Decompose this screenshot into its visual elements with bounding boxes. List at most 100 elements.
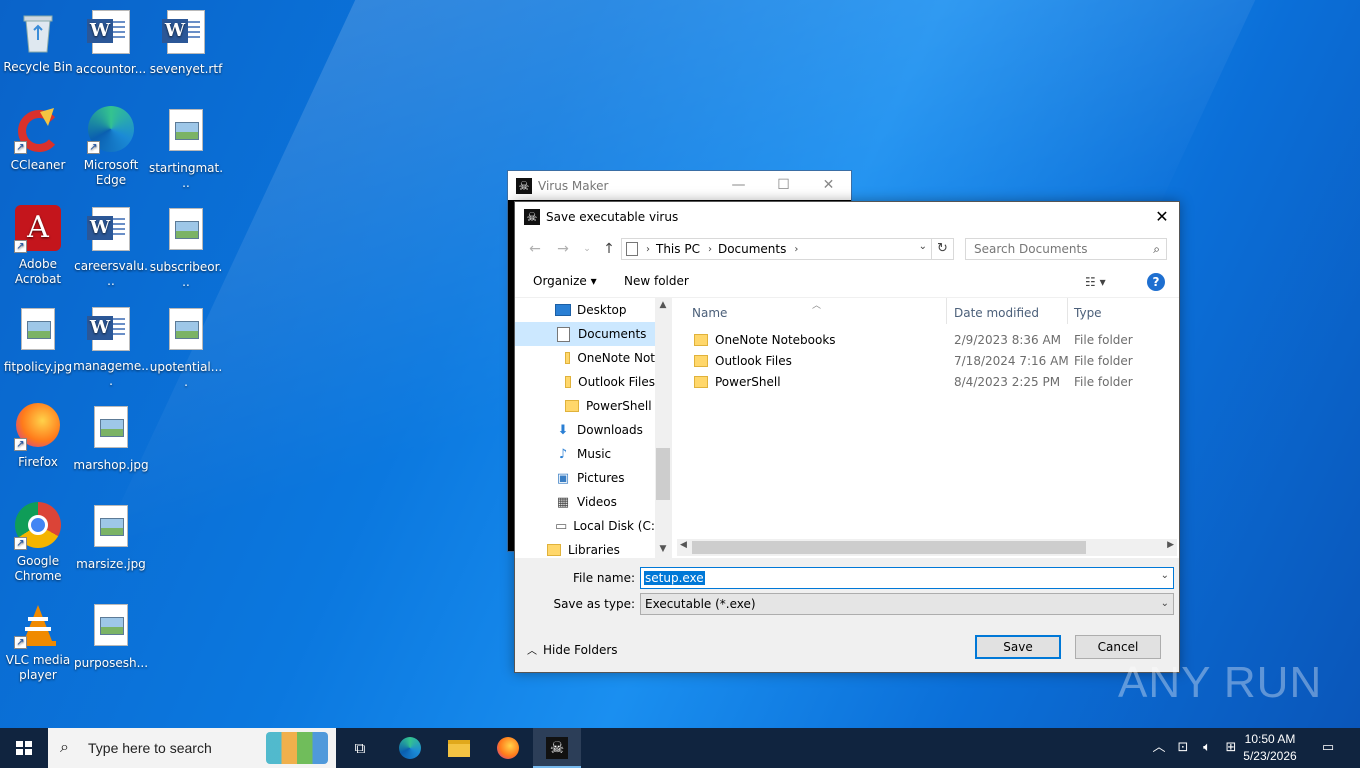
up-arrow-icon[interactable]: ↑ (599, 240, 619, 258)
scrollbar-thumb[interactable] (656, 448, 670, 500)
desktop-icon-startingmat[interactable]: startingmat... (148, 106, 224, 191)
forward-arrow-icon[interactable]: → (553, 240, 573, 258)
notification-center-icon[interactable]: ▭ (1316, 728, 1340, 768)
start-button[interactable] (0, 728, 48, 768)
desktop-icon-marshop[interactable]: marshop.jpg (73, 403, 149, 473)
nav-item-libraries[interactable]: Libraries (515, 538, 655, 558)
nav-item-videos[interactable]: ▦ Videos (515, 490, 655, 514)
desktop-icon-purposesh[interactable]: purposesh... (73, 601, 149, 671)
maximize-button[interactable]: ☐ (761, 171, 806, 200)
taskbar-search-box[interactable]: ⌕ Type here to search (48, 728, 336, 768)
column-divider (1067, 298, 1068, 324)
image-file-icon (87, 406, 135, 454)
nav-item-local-disk[interactable]: ▭ Local Disk (C:) (515, 514, 660, 538)
help-icon[interactable]: ? (1147, 273, 1165, 291)
taskbar-clock[interactable]: 10:50 AM 5/23/2026 (1238, 731, 1302, 765)
desktop-icon-manageme[interactable]: W manageme... (73, 305, 149, 389)
nav-item-onenote[interactable]: OneNote Not (515, 346, 655, 370)
desktop-icon-marsize[interactable]: marsize.jpg (73, 502, 149, 572)
desktop-icon-accountor[interactable]: W accountor... (73, 8, 149, 77)
file-list-hscrollbar[interactable]: ◀ ▶ (677, 539, 1177, 556)
scroll-right-icon[interactable]: ▶ (1167, 540, 1174, 550)
search-input[interactable]: Search Documents ⌕ (965, 238, 1167, 260)
folder-icon (565, 400, 579, 412)
navigation-bar: ← → ⌄ ↑ › This PC › Documents › ⌄ ↻ Sear… (515, 232, 1179, 266)
table-row[interactable]: OneNote Notebooks 2/9/2023 8:36 AM File … (672, 330, 1179, 351)
dialog-titlebar[interactable]: ☠ Save executable virus ✕ (515, 202, 1179, 232)
table-row[interactable]: PowerShell 8/4/2023 2:25 PM File folder (672, 372, 1179, 393)
dialog-toolbar: Organize ▾ New folder ☷ ▾ ? (515, 266, 1179, 298)
scrollbar-thumb[interactable] (692, 541, 1086, 554)
refresh-icon[interactable]: ↻ (931, 239, 953, 259)
taskbar-edge[interactable] (386, 728, 434, 768)
dialog-close-button[interactable]: ✕ (1145, 202, 1179, 232)
save-as-type-select[interactable]: Executable (*.exe) ⌄ (640, 593, 1174, 615)
column-header-type[interactable]: Type (1074, 306, 1102, 320)
task-view-button[interactable]: ⧉ (336, 728, 384, 768)
desktop-icon-adobe-acrobat[interactable]: A ↗ Adobe Acrobat (0, 205, 76, 287)
save-dialog[interactable]: ☠ Save executable virus ✕ ← → ⌄ ↑ › This… (514, 201, 1180, 673)
nav-item-powershell[interactable]: PowerShell (515, 394, 655, 418)
file-explorer-icon (448, 740, 470, 757)
nav-item-music[interactable]: ♪ Music (515, 442, 655, 466)
chevron-down-icon[interactable]: ⌄ (1161, 570, 1169, 581)
taskbar-virus-maker[interactable]: ☠ (533, 728, 581, 768)
nav-item-downloads[interactable]: ⬇ Downloads (515, 418, 655, 442)
virus-maker-titlebar[interactable]: ☠ Virus Maker — ☐ ✕ (508, 171, 851, 200)
desktop-icon-fitpolicy[interactable]: fitpolicy.jpg (0, 305, 76, 375)
close-button[interactable]: ✕ (806, 171, 851, 200)
show-hidden-icons-chevron-icon[interactable]: ︿ (1150, 728, 1168, 768)
desktop-icon-label: Microsoft Edge (83, 158, 139, 187)
desktop-icon-firefox[interactable]: ↗ Firefox (0, 403, 76, 470)
desktop-icon-label: CCleaner (10, 158, 66, 172)
column-header-date[interactable]: Date modified (954, 306, 1039, 320)
nav-item-documents[interactable]: Documents (515, 322, 655, 346)
desktop-icon-recycle-bin[interactable]: Recycle Bin (0, 8, 76, 75)
taskbar-file-explorer[interactable] (435, 728, 483, 768)
desktop-icon-label: careersvalu... (74, 259, 148, 288)
scroll-up-icon[interactable]: ▲ (655, 300, 671, 310)
desktop-icon-vlc[interactable]: ↗ VLC media player (0, 601, 76, 683)
desktop-icon-subscribeor[interactable]: subscribeor... (148, 205, 224, 290)
desktop-icon-careersvalu[interactable]: W careersvalu... (73, 205, 149, 289)
view-options-icon[interactable]: ☷ ▾ (1085, 275, 1106, 289)
network-meeting-icon[interactable]: ⊡ (1172, 728, 1194, 768)
nav-item-outlook-files[interactable]: Outlook Files (515, 370, 655, 394)
desktop-icon-ccleaner[interactable]: ↗ CCleaner (0, 106, 76, 173)
hide-folders-button[interactable]: ︿ Hide Folders (527, 642, 618, 657)
dialog-title: Save executable virus (546, 210, 679, 224)
back-arrow-icon[interactable]: ← (525, 240, 545, 258)
breadcrumb-this-pc[interactable]: This PC (656, 242, 700, 256)
column-divider (946, 298, 947, 324)
organize-button[interactable]: Organize ▾ (533, 274, 597, 288)
nav-item-desktop[interactable]: Desktop (515, 298, 655, 322)
taskbar-firefox[interactable] (484, 728, 532, 768)
desktop-icon-google-chrome[interactable]: ↗ Google Chrome (0, 502, 76, 584)
table-row[interactable]: Outlook Files 7/18/2024 7:16 AM File fol… (672, 351, 1179, 372)
new-folder-button[interactable]: New folder (624, 274, 689, 288)
nav-pane-scrollbar[interactable]: ▲ ▼ (655, 298, 671, 558)
navigation-pane[interactable]: Desktop Documents OneNote Not Outlook Fi… (515, 298, 670, 558)
recent-chevron-icon[interactable]: ⌄ (577, 240, 597, 258)
desktop-icon-upotential[interactable]: upotential.... (148, 305, 224, 390)
desktop-icon-sevenyet[interactable]: W sevenyet.rtf (148, 8, 224, 77)
desktop-icon-label: VLC media player (5, 653, 71, 682)
volume-icon[interactable]: 🔈︎ (1196, 728, 1218, 768)
file-list[interactable]: ︿ Name Date modified Type OneNote Notebo… (672, 298, 1179, 558)
file-name-input[interactable]: setup.exe ⌄ (640, 567, 1174, 589)
image-file-icon (162, 308, 210, 356)
virus-maker-title: Virus Maker (538, 178, 609, 193)
image-file-icon (162, 109, 210, 157)
chevron-down-icon[interactable]: ⌄ (919, 241, 927, 252)
cancel-button[interactable]: Cancel (1075, 635, 1161, 659)
minimize-button[interactable]: — (716, 171, 761, 200)
save-button[interactable]: Save (975, 635, 1061, 659)
address-bar[interactable]: › This PC › Documents › ⌄ ↻ (621, 238, 954, 260)
desktop-icon-microsoft-edge[interactable]: ↗ Microsoft Edge (73, 106, 149, 188)
scroll-down-icon[interactable]: ▼ (655, 544, 671, 554)
nav-item-pictures[interactable]: ▣ Pictures (515, 466, 655, 490)
column-header-name[interactable]: Name (692, 306, 727, 320)
edge-icon: ↗ (87, 106, 135, 154)
scroll-left-icon[interactable]: ◀ (680, 540, 687, 550)
breadcrumb-documents[interactable]: Documents (718, 242, 786, 256)
